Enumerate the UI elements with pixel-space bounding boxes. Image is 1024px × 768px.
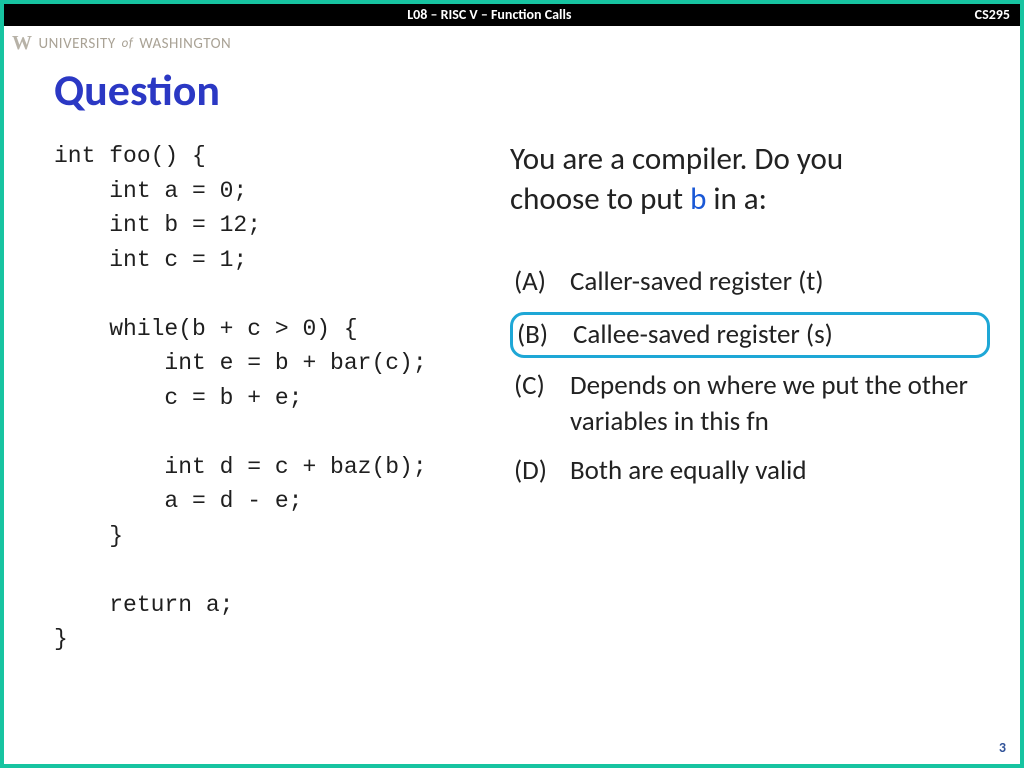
code-block: int foo() { int a = 0; int b = 12; int c… [54,139,484,657]
lecture-title: L08 – RISC V – Function Calls [4,6,975,24]
prompt-line2-pre: choose to put [510,180,690,218]
option-b: (B) Callee-saved register (s) [510,312,990,358]
content-area: int foo() { int a = 0; int b = 12; int c… [4,117,1020,657]
option-text: Both are equally valid [570,453,986,489]
prompt-variable: b [690,180,706,218]
question-prompt: You are a compiler. Do you choose to put… [510,139,990,220]
page-number: 3 [999,739,1006,756]
slide: L08 – RISC V – Function Calls CS295 W UN… [4,4,1020,764]
option-text: Caller-saved register (t) [570,264,986,300]
university-of: of [122,36,134,51]
option-c: (C) Depends on where we put the other va… [510,366,990,440]
option-a: (A) Caller-saved register (t) [510,262,990,302]
uw-logo-icon: W [12,32,33,55]
options-list: (A) Caller-saved register (t) (B) Callee… [510,262,990,492]
slide-title: Question [4,55,1020,117]
prompt-line2-post: in a: [706,180,767,218]
option-d: (D) Both are equally valid [510,451,990,491]
question-panel: You are a compiler. Do you choose to put… [510,139,990,657]
option-letter: (B) [517,317,563,353]
university-name-2: WASHINGTON [139,35,231,53]
course-code: CS295 [975,6,1010,24]
option-letter: (A) [514,264,560,300]
top-bar: L08 – RISC V – Function Calls CS295 [4,4,1020,26]
university-name-1: UNIVERSITY [39,35,116,53]
option-letter: (D) [514,453,560,489]
university-brand: W UNIVERSITY of WASHINGTON [4,26,1020,55]
option-text: Callee-saved register (s) [573,317,983,353]
option-letter: (C) [514,368,560,438]
prompt-line1: You are a compiler. Do you [510,140,843,178]
option-text: Depends on where we put the other variab… [570,368,986,438]
